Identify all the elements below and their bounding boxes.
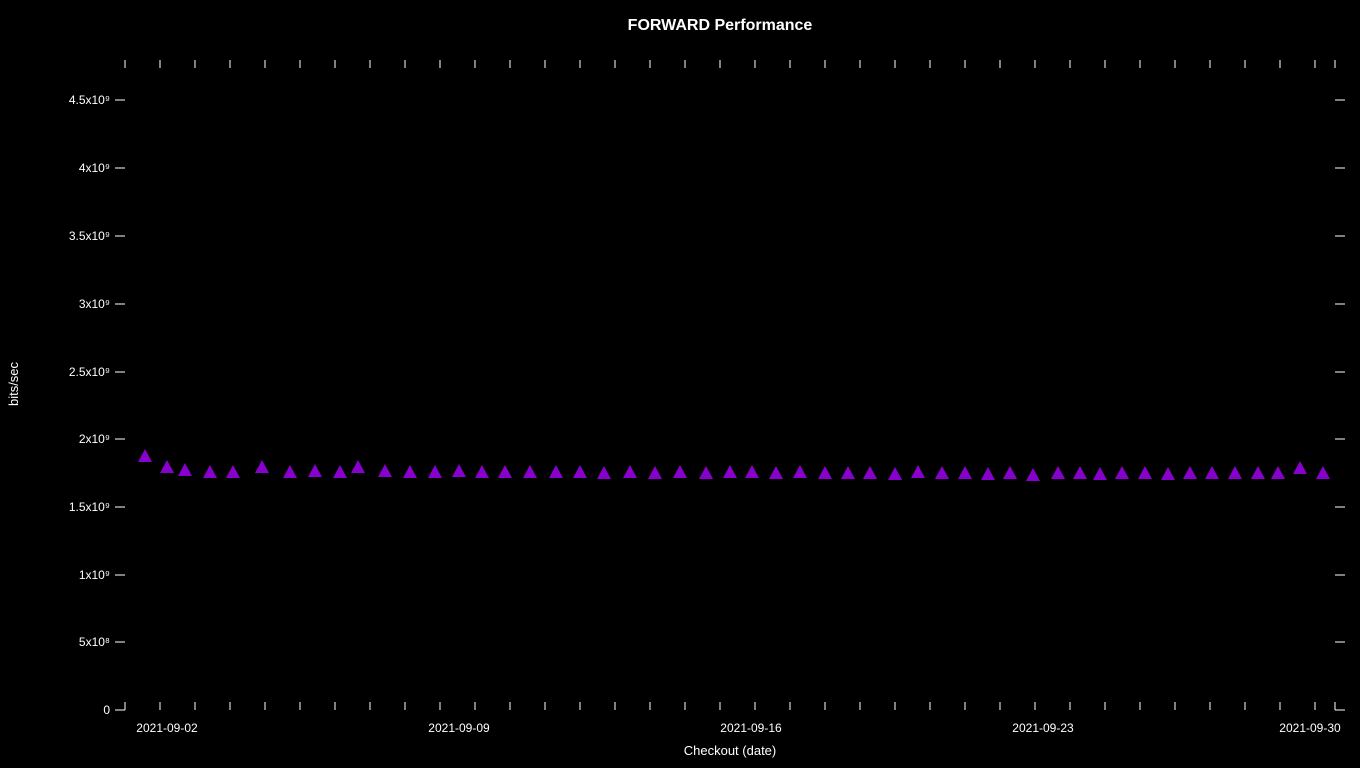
y-tick-label: 1x10⁹ — [79, 568, 110, 582]
chart-container: FORWARD Performance bits/sec Checkout (d… — [0, 0, 1360, 768]
x-tick-label-2: 2021-09-09 — [428, 721, 490, 735]
y-tick-label: 2x10⁹ — [79, 432, 110, 446]
data-points — [138, 449, 1330, 481]
x-tick-label-4: 2021-09-23 — [1012, 721, 1074, 735]
y-axis-label: bits/sec — [6, 361, 21, 406]
y-tick-label: 3x10⁹ — [79, 297, 110, 311]
x-tick-label-3: 2021-09-16 — [720, 721, 782, 735]
x-tick-label-1: 2021-09-02 — [136, 721, 198, 735]
y-tick-label: 1.5x10⁹ — [69, 500, 110, 514]
x-tick-label-5: 2021-09-30 — [1279, 721, 1341, 735]
performance-chart: FORWARD Performance bits/sec Checkout (d… — [0, 0, 1360, 768]
y-tick-label: 2.5x10⁹ — [69, 365, 110, 379]
y-tick-label: 5x10⁸ — [79, 635, 110, 649]
y-tick-label: 4.5x10⁹ — [69, 93, 110, 107]
y-tick-label: 4x10⁹ — [79, 161, 110, 175]
chart-title: FORWARD Performance — [628, 17, 813, 34]
y-tick-label: 3.5x10⁹ — [69, 229, 110, 243]
x-axis-label: Checkout (date) — [684, 743, 777, 758]
y-tick-label: 0 — [103, 703, 110, 717]
